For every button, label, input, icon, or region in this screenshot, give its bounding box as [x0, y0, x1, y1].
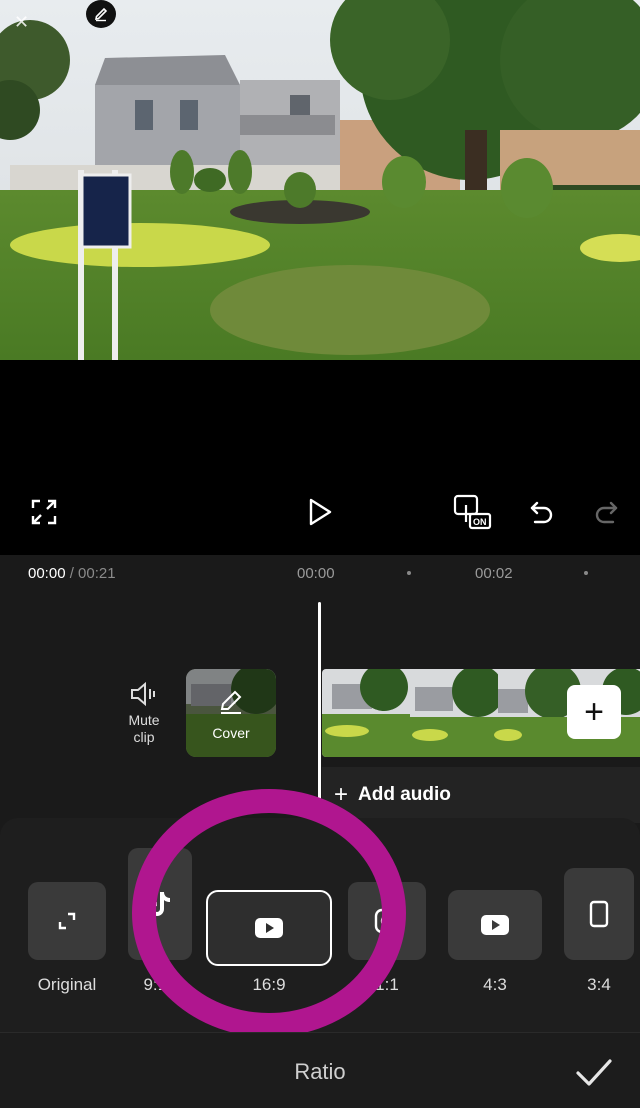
current-time: 00:00 / 00:21: [28, 565, 116, 582]
ratio-label: 1:1: [375, 975, 399, 994]
ratio-label: 3:4: [587, 975, 611, 994]
tick-dot: [584, 571, 588, 575]
ratio-title: Ratio: [294, 1059, 346, 1084]
speaker-icon: [131, 681, 155, 707]
svg-text:ON: ON: [473, 517, 487, 527]
plus-icon: +: [584, 693, 604, 731]
ratio-footer: Ratio: [0, 1032, 640, 1108]
ratio-label: 9:16: [143, 975, 177, 994]
add-audio-label: Add audio: [358, 784, 451, 805]
player-controls: ON: [0, 480, 640, 542]
mute-clip-button[interactable]: Mute clip: [118, 680, 170, 746]
youtube-icon: [448, 890, 542, 960]
ratio-label: 16:9: [252, 975, 286, 994]
youtube-icon: [206, 890, 332, 966]
add-clip-button[interactable]: +: [567, 685, 621, 739]
edit-pencil-icon[interactable]: [86, 0, 116, 28]
tiktok-icon: [128, 848, 192, 960]
mute-clip-label: Mute clip: [128, 712, 160, 745]
current-time-value: 00:00: [28, 565, 66, 582]
edit-pencil-icon: [218, 689, 244, 720]
expand-corners-icon: [28, 882, 106, 960]
instagram-icon: [348, 882, 426, 960]
tick-label: 00:02: [475, 565, 513, 582]
redo-icon[interactable]: [586, 492, 626, 532]
video-preview[interactable]: ✕: [0, 0, 640, 360]
cover-button[interactable]: Cover: [186, 669, 276, 757]
playhead[interactable]: [318, 602, 321, 802]
auto-captions-on-icon[interactable]: ON: [452, 492, 492, 532]
fullscreen-icon[interactable]: [24, 492, 64, 532]
play-button[interactable]: [300, 492, 340, 532]
total-time: / 00:21: [65, 565, 116, 582]
tick-label: 00:00: [297, 565, 335, 582]
phone-icon: [564, 868, 634, 960]
ratio-label: 4:3: [483, 975, 507, 994]
preview-image: [0, 0, 640, 360]
close-icon[interactable]: ✕: [14, 12, 29, 33]
checkmark-icon[interactable]: [572, 1051, 616, 1095]
cover-label: Cover: [212, 725, 250, 741]
plus-icon: +: [334, 781, 349, 808]
time-ruler: 00:00 / 00:21 00:00 00:02: [0, 555, 640, 591]
ratio-label: Original: [37, 975, 97, 994]
add-audio-button[interactable]: + Add audio: [322, 767, 640, 823]
tick-dot: [407, 571, 411, 575]
undo-icon[interactable]: [522, 492, 562, 532]
